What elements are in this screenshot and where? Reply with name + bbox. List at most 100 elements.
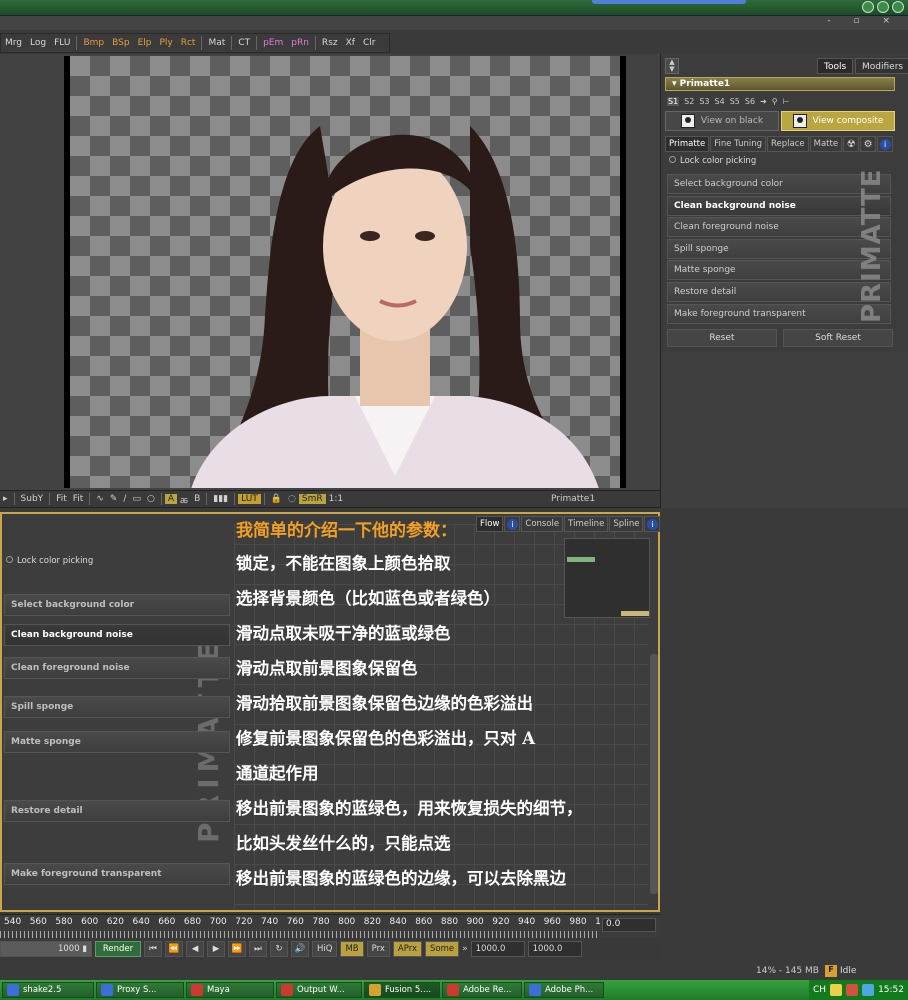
ellipse-tool-icon[interactable]: ○ <box>144 494 158 504</box>
tool-button-mat[interactable]: Mat <box>204 38 229 48</box>
lock-radio[interactable] <box>6 556 13 563</box>
tab-tools[interactable]: Tools <box>817 58 854 74</box>
language-indicator[interactable]: CH <box>813 985 826 995</box>
paint-brush-icon[interactable]: / <box>120 494 129 504</box>
some-button[interactable]: Some <box>425 941 460 957</box>
tool-header-primatte[interactable]: ▾ Primatte1 <box>665 77 895 91</box>
tool-button-ct[interactable]: CT <box>234 38 254 48</box>
channel-ab-icon[interactable]: ꬱ <box>177 493 191 506</box>
large-make-foreground-transparent-button[interactable]: Make foreground transparent <box>4 863 230 885</box>
lock-color-picking-option-large[interactable]: Lock color picking <box>6 556 93 566</box>
view-composite-button[interactable]: View composite <box>781 111 895 131</box>
large-select-background-color-button[interactable]: Select background color <box>4 594 230 616</box>
rectangle-tool-icon[interactable]: ▭ <box>129 494 144 504</box>
aprx-button[interactable]: APrx <box>392 941 422 957</box>
reset-button[interactable]: Reset <box>667 329 777 347</box>
subtab-replace[interactable]: Replace <box>767 136 809 152</box>
lock-icon[interactable]: 🔒 <box>268 494 285 504</box>
large-restore-detail-button[interactable]: Restore detail <box>4 800 230 822</box>
slot-s5[interactable]: S5 <box>730 97 740 106</box>
color-channels-icon[interactable]: ▮▮▮ <box>210 494 231 504</box>
lock-color-picking-option[interactable]: Lock color picking <box>669 156 756 166</box>
loop-icon[interactable]: ↻ <box>270 941 288 957</box>
panel-scroll-arrows-icon[interactable]: ▲ ▼ <box>665 58 679 74</box>
subtab-matte[interactable]: Matte <box>809 136 843 152</box>
subtab-primatte[interactable]: Primatte <box>665 136 710 152</box>
tray-icon[interactable] <box>846 984 859 996</box>
lasso-tool-icon[interactable]: ✎ <box>107 494 121 504</box>
viewer-canvas[interactable] <box>64 56 626 488</box>
tool-button-elp[interactable]: Elp <box>134 38 156 48</box>
slot-s2[interactable]: S2 <box>684 97 694 106</box>
channel-b-button[interactable]: B <box>191 494 203 504</box>
tool-button-mrg[interactable]: Mrg <box>1 38 26 48</box>
subtab-fine-tuning[interactable]: Fine Tuning <box>710 136 766 152</box>
large-spill-sponge-button[interactable]: Spill sponge <box>4 696 230 718</box>
large-matte-sponge-button[interactable]: Matte sponge <box>4 731 230 753</box>
mb-button[interactable]: MB <box>340 941 364 957</box>
channel-a-button[interactable]: A <box>164 494 177 504</box>
slot-copy-icon[interactable]: ➜ <box>760 97 767 106</box>
smr-button[interactable]: SmR <box>298 494 326 504</box>
ratio-button[interactable]: 1:1 <box>326 494 346 504</box>
time-ruler[interactable]: 540 560 580 600 620 640 660 680 700 720 740 760 780 8… <box>0 914 660 939</box>
settings-gear-icon[interactable]: ⚙ <box>860 136 877 152</box>
prx-button[interactable]: Prx <box>366 941 390 957</box>
maximize-icon[interactable] <box>877 1 889 13</box>
taskbar-item[interactable]: Fusion 5.... <box>364 982 440 998</box>
large-clean-background-noise-button[interactable]: Clean background noise <box>4 624 230 646</box>
taskbar-item[interactable]: shake2.5 <box>2 982 94 998</box>
large-clean-foreground-noise-button[interactable]: Clean foreground noise <box>4 657 230 679</box>
tool-button-xf[interactable]: Xf <box>342 38 359 48</box>
radioactive-icon[interactable]: ☢ <box>843 136 860 152</box>
tool-button-pem[interactable]: pEm <box>259 38 287 48</box>
render-start-field[interactable]: 1000.0 <box>470 941 525 957</box>
tray-icon[interactable] <box>830 984 843 996</box>
tool-button-ply[interactable]: Ply <box>155 38 176 48</box>
slot-s6[interactable]: S6 <box>745 97 755 106</box>
slot-s4[interactable]: S4 <box>715 97 725 106</box>
tool-button-bmp[interactable]: Bmp <box>79 38 108 48</box>
slot-s1[interactable]: S1 <box>667 96 680 106</box>
info-icon[interactable]: i <box>877 136 894 152</box>
close-icon[interactable] <box>892 1 904 13</box>
taskbar-item[interactable]: Proxy S... <box>96 982 184 998</box>
slot-s3[interactable]: S3 <box>699 97 709 106</box>
taskbar-item[interactable]: Adobe Ph... <box>524 982 604 998</box>
taskbar-item[interactable]: Adobe Re... <box>442 982 522 998</box>
taskbar-item[interactable]: Output W... <box>276 982 362 998</box>
minimize-icon[interactable] <box>862 1 874 13</box>
tool-button-clr[interactable]: Clr <box>359 38 380 48</box>
tool-button-rsz[interactable]: Rsz <box>318 38 342 48</box>
tool-button-bsp[interactable]: BSp <box>108 38 133 48</box>
step-forward-icon[interactable]: ⏩ <box>228 941 246 957</box>
roi-icon[interactable]: ◌ <box>285 494 299 504</box>
view-on-black-button[interactable]: View on black <box>665 111 779 131</box>
fit-button[interactable]: Fit <box>53 494 70 504</box>
audio-icon[interactable]: 🔊 <box>291 941 309 957</box>
viewer-menu-arrow[interactable]: ▸ <box>0 494 11 504</box>
render-end-field[interactable]: 1000.0 <box>527 941 582 957</box>
soft-reset-button[interactable]: Soft Reset <box>783 329 893 347</box>
go-to-end-icon[interactable]: ⏭ <box>249 941 267 957</box>
lock-radio[interactable] <box>669 156 676 163</box>
tool-button-flu[interactable]: FLU <box>50 38 74 48</box>
step-back-icon[interactable]: ⏪ <box>165 941 183 957</box>
tool-button-log[interactable]: Log <box>26 38 50 48</box>
render-button[interactable]: Render <box>95 941 141 957</box>
tray-icon[interactable] <box>862 984 875 996</box>
taskbar-item[interactable]: Maya <box>186 982 274 998</box>
curve-tool-icon[interactable]: ∿ <box>93 494 107 504</box>
slot-pick-icon[interactable]: ⚲ <box>772 97 778 106</box>
image-viewer[interactable] <box>0 54 660 490</box>
frame-slider[interactable]: 1000 ▮ <box>0 941 92 957</box>
play-icon[interactable]: ▶ <box>207 941 225 957</box>
tab-modifiers[interactable]: Modifiers <box>855 58 908 74</box>
suby-dropdown[interactable]: SubY <box>18 494 47 504</box>
go-to-start-icon[interactable]: ⏮ <box>144 941 162 957</box>
play-reverse-icon[interactable]: ◀ <box>186 941 204 957</box>
hiq-button[interactable]: HiQ <box>312 941 338 957</box>
tool-button-prn[interactable]: pRn <box>287 38 313 48</box>
tool-button-rct[interactable]: Rct <box>177 38 200 48</box>
slot-pin-icon[interactable]: ⊢ <box>783 97 790 106</box>
